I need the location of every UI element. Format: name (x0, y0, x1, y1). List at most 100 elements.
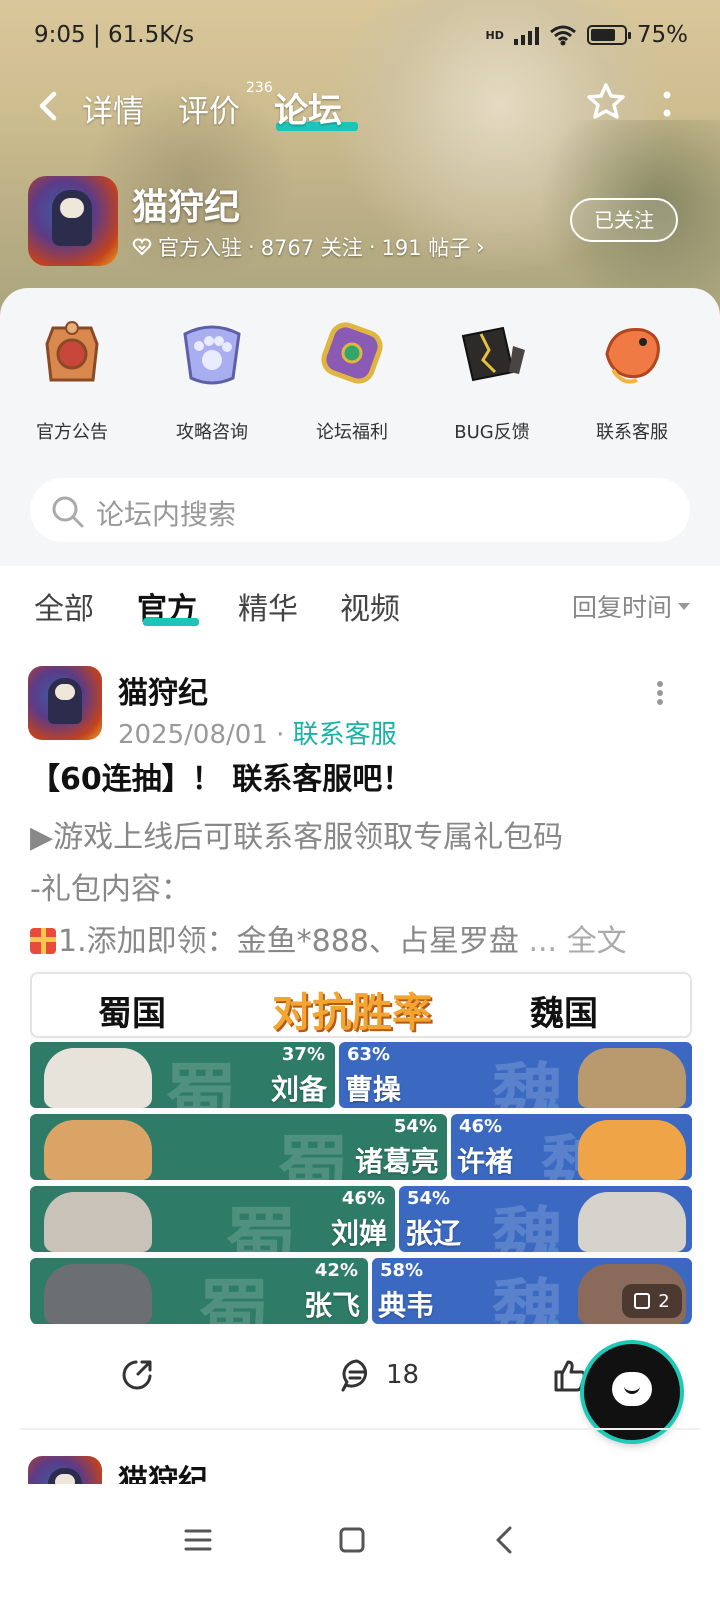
shu-win-rate: 37% (281, 1044, 325, 1065)
announcement-icon (45, 321, 99, 382)
wei-win-rate: 54% (407, 1188, 451, 1209)
forum-header: 9:05 | 61.5K/s HD 75% 详情 评价 236 论坛 猫狩纪 官… (0, 0, 720, 320)
followed-button[interactable]: 已关注 (570, 198, 678, 242)
post-line: ▶游戏上线后可联系客服领取专属礼包码 (30, 820, 564, 855)
comment-button[interactable]: 18 (338, 1356, 419, 1394)
filter-tab-video[interactable]: 视频 (340, 584, 400, 628)
reviews-count-badge: 236 (246, 80, 273, 96)
ellipsis: ... (528, 924, 558, 959)
matchup-row: 蜀 37% 刘备 魏 63% 曹操 (30, 1042, 692, 1108)
post-excerpt[interactable]: ▶游戏上线后可联系客服领取专属礼包码 -礼包内容： 1.添加即领：金鱼*888、… (30, 812, 690, 968)
home-icon[interactable] (334, 1522, 370, 1558)
quick-link-label: BUG反馈 (454, 422, 530, 443)
tab-reviews[interactable]: 评价 (178, 86, 240, 131)
shu-team-title: 蜀国 (98, 994, 166, 1034)
wei-character-portrait (578, 1120, 686, 1180)
sort-label: 回复时间 (571, 593, 672, 622)
quick-link-label: 论坛福利 (316, 422, 388, 443)
shu-character-portrait (44, 1192, 152, 1252)
search-placeholder: 论坛内搜索 (96, 498, 237, 531)
shu-win-rate: 54% (393, 1116, 437, 1137)
forum-name: 猫狩纪 (132, 187, 241, 228)
clock: 9:05 (34, 22, 86, 48)
wei-win-rate: 46% (459, 1116, 503, 1137)
menu-icon[interactable] (180, 1522, 216, 1558)
shu-character-name: 刘婵 (330, 1217, 387, 1250)
hd-label: HD (485, 28, 504, 42)
thumbs-up-icon (554, 1360, 586, 1392)
official-heart-icon (132, 238, 152, 256)
new-post-fab[interactable] (584, 1344, 680, 1440)
battery-level (590, 29, 615, 41)
image-count-badge: 2 (622, 1284, 682, 1318)
post-line: -礼包内容： (30, 872, 191, 907)
tab-details[interactable]: 详情 (82, 86, 144, 131)
post-line-text: 1.添加即领：金鱼*888、占星罗盘 (58, 924, 519, 959)
shu-watermark: 蜀 (165, 1055, 238, 1108)
wei-segment: 魏 63% 曹操 (339, 1042, 692, 1108)
avatar[interactable] (28, 1456, 102, 1484)
next-post-card[interactable]: 猫狩纪 (0, 1440, 720, 1484)
filter-tab-all[interactable]: 全部 (34, 584, 94, 628)
post-filter-tabs: 全部 官方 精华 视频 回复时间 (0, 566, 720, 644)
forum-info: 猫狩纪 官方入驻 · 8767 关注 · 191 帖子 › 已关注 (28, 176, 698, 266)
full-text-link[interactable]: 全文 (567, 924, 627, 959)
post-line: 1.添加即领：金鱼*888、占星罗盘 ... 全文 (30, 916, 690, 968)
post-author[interactable]: 猫狩纪 (118, 668, 208, 712)
followers-count: 8767 关注 (260, 236, 363, 260)
post-category-tag[interactable]: 联系客服 (293, 720, 397, 750)
quick-link-bug-report[interactable]: BUG反馈 (432, 314, 552, 444)
post-more-icon[interactable] (655, 680, 665, 706)
post-divider (20, 1428, 700, 1430)
matchup-row: 蜀 42% 张飞 魏 58% 典韦 (30, 1258, 692, 1324)
quick-link-label: 官方公告 (36, 422, 108, 443)
quick-link-announcements[interactable]: 官方公告 (12, 314, 132, 444)
gallery-icon (634, 1293, 651, 1309)
wifi-icon (549, 25, 576, 46)
top-navbar: 详情 评价 236 论坛 (0, 78, 720, 138)
shu-segment: 蜀 54% 诸葛亮 (30, 1114, 447, 1180)
wei-character-name: 典韦 (378, 1289, 435, 1322)
game-icon[interactable] (28, 176, 118, 266)
shu-win-rate: 42% (314, 1260, 358, 1281)
wei-character-name: 曹操 (345, 1073, 402, 1106)
signal-icon (513, 25, 539, 45)
quick-link-guides[interactable]: 攻略咨询 (152, 314, 272, 444)
image-header: 蜀国 对抗胜率 魏国 (30, 972, 692, 1038)
quick-link-customer-service[interactable]: 联系客服 (572, 314, 692, 444)
post-author[interactable]: 猫狩纪 (118, 1456, 208, 1484)
filter-tab-featured[interactable]: 精华 (238, 584, 298, 628)
back-icon[interactable] (488, 1522, 524, 1558)
tab-forum[interactable]: 论坛 (274, 83, 342, 132)
shu-segment: 蜀 37% 刘备 (30, 1042, 335, 1108)
post-meta: 2025/08/01 · 联系客服 (118, 720, 397, 750)
post-title[interactable]: 【60连抽】！ 联系客服吧！ (30, 754, 412, 798)
system-navigation-bar (0, 1484, 720, 1600)
favorite-star-icon[interactable] (584, 80, 628, 124)
back-arrow-icon[interactable] (30, 84, 70, 128)
share-icon (122, 1360, 152, 1390)
shu-watermark: 蜀 (225, 1199, 298, 1252)
wei-character-name: 许褚 (457, 1145, 514, 1178)
quick-link-label: 联系客服 (596, 422, 668, 443)
shu-watermark: 蜀 (198, 1271, 271, 1324)
shu-character-name: 张飞 (303, 1289, 360, 1322)
share-button[interactable] (118, 1356, 156, 1394)
chevron-right-icon: › (476, 235, 485, 259)
matchup-row: 蜀 46% 刘婵 魏 54% 张辽 (30, 1186, 692, 1252)
avatar[interactable] (28, 666, 102, 740)
forum-search-bar[interactable]: 论坛内搜索 (30, 478, 690, 542)
quick-link-benefits[interactable]: 论坛福利 (292, 314, 412, 444)
dropdown-arrow-icon (678, 602, 690, 610)
more-options-icon[interactable] (660, 88, 674, 124)
wei-character-portrait (578, 1048, 686, 1108)
forum-stats[interactable]: 官方入驻 · 8767 关注 · 191 帖子 › (132, 232, 485, 262)
forum-sheet: 官方公告 攻略咨询 论坛福利 BUG反馈 联系客服 论坛内搜索 (0, 288, 720, 566)
shu-segment: 蜀 42% 张飞 (30, 1258, 368, 1324)
wei-watermark: 魏 (492, 1271, 565, 1324)
image-count: 2 (658, 1290, 670, 1312)
post-image[interactable]: 蜀国 对抗胜率 魏国 蜀 37% 刘备魏 63% 曹操蜀 54% 诸葛亮魏 46% 许褚蜀 46%… (30, 970, 692, 1326)
status-icons: HD 75% (486, 22, 688, 48)
sort-dropdown[interactable]: 回复时间 (572, 588, 690, 624)
like-button[interactable] (550, 1356, 588, 1394)
